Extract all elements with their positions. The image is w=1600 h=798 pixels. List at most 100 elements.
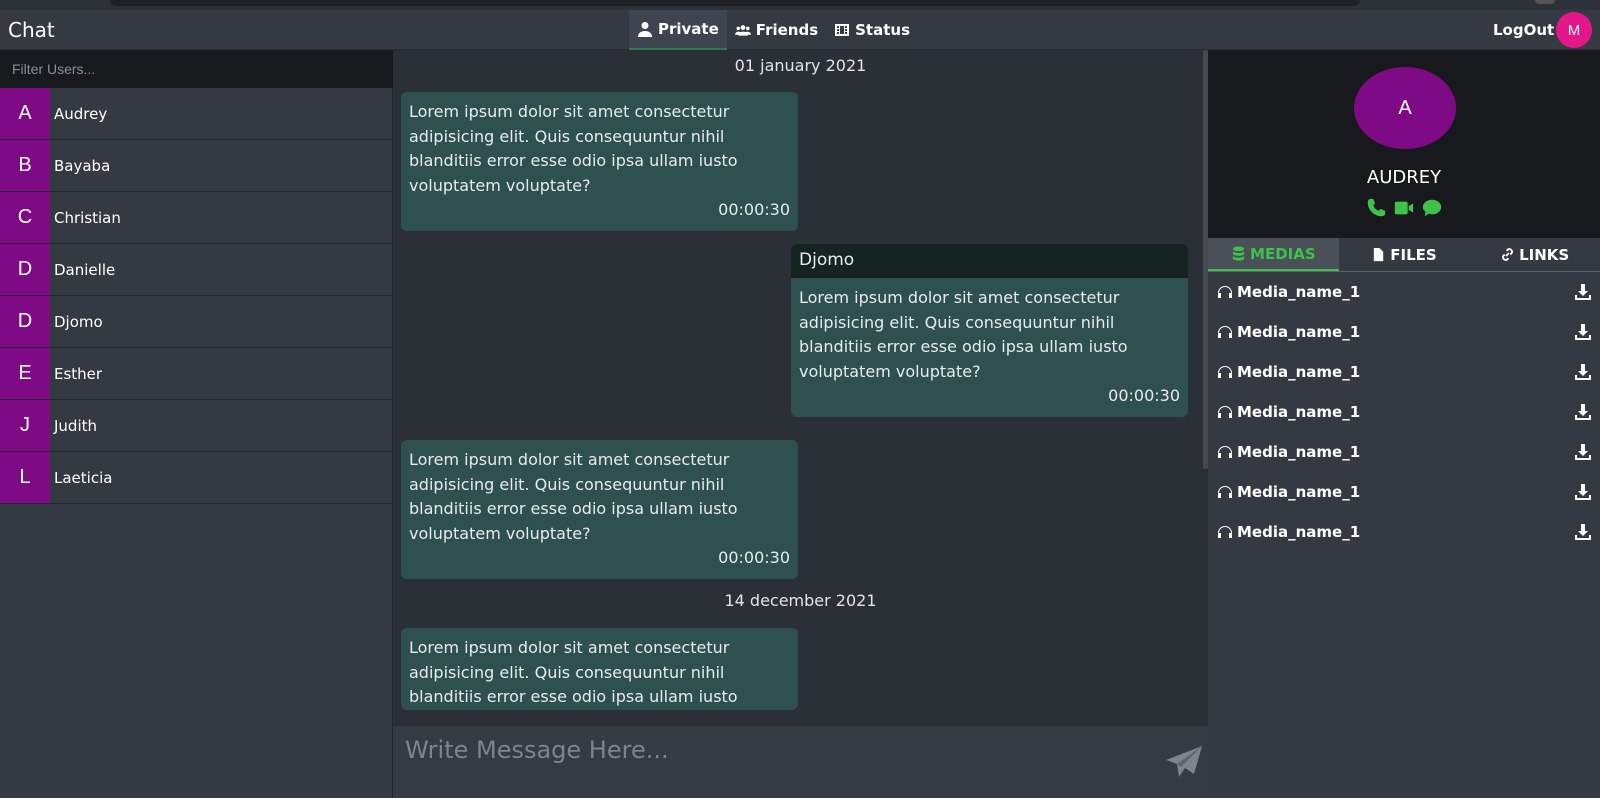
user-name: Christian [54,208,121,227]
download-icon[interactable] [1574,363,1592,381]
user-name: Judith [54,416,98,435]
user-initial-avatar: A [0,88,50,139]
message-sender: Djomo [791,244,1188,278]
contact-profile: A AUDREY [1208,50,1600,238]
tab-friends[interactable]: Friends [727,10,826,50]
tab-status[interactable]: Status [826,10,918,50]
media-item[interactable]: Media_name_1 [1208,272,1600,312]
tab-label: MEDIAS [1250,244,1316,263]
message-input[interactable] [405,736,1105,764]
contact-name: AUDREY [1366,167,1442,188]
message-time: 00:00:30 [718,200,790,219]
user-name: Danielle [54,260,116,279]
window-top-strip [0,0,1600,10]
media-name: Media_name_1 [1237,403,1361,421]
media-item[interactable]: Media_name_1 [1208,512,1600,552]
tab-label: Private [658,20,719,38]
user-name: Laeticia [54,468,113,487]
message-time: 00:00:30 [718,548,790,567]
comment-icon[interactable] [1421,197,1443,219]
user-item-judith[interactable]: J Judith [0,400,392,452]
download-icon[interactable] [1574,483,1592,501]
contact-actions [1365,197,1443,219]
message-text: Lorem ipsum dolor sit amet consectetur a… [409,638,738,706]
user-name: Audrey [54,104,108,123]
message-bubble-received: Lorem ipsum dolor sit amet consectetur a… [401,628,798,710]
headphones-icon [1218,406,1232,418]
media-item[interactable]: Media_name_1 [1208,472,1600,512]
message-text: Lorem ipsum dolor sit amet consectetur a… [409,450,738,543]
user-initial-avatar: E [0,348,50,399]
send-icon[interactable] [1164,742,1204,782]
tab-private[interactable]: Private [629,10,727,50]
headphones-icon [1218,526,1232,538]
video-icon[interactable] [1393,197,1415,219]
message-time: 00:00:30 [1108,386,1180,405]
media-tabs: MEDIAS FILES LINKS [1208,238,1600,272]
user-item-christian[interactable]: C Christian [0,192,392,244]
download-icon[interactable] [1574,323,1592,341]
headphones-icon [1218,486,1232,498]
download-icon[interactable] [1574,523,1592,541]
tab-files[interactable]: FILES [1339,238,1470,271]
user-avatar[interactable]: M [1556,12,1592,48]
media-list: Media_name_1 Media_name_1 Media_name_1 M… [1208,272,1600,552]
logout-button[interactable]: LogOut [1493,21,1554,39]
user-item-danielle[interactable]: D Danielle [0,244,392,296]
user-item-esther[interactable]: E Esther [0,348,392,400]
media-item[interactable]: Media_name_1 [1208,352,1600,392]
tab-label: Friends [755,21,819,39]
headphones-icon [1218,286,1232,298]
user-name: Bayaba [54,156,111,175]
user-initial-avatar: L [0,452,50,503]
user-item-bayaba[interactable]: B Bayaba [0,140,392,192]
tab-label: Status [855,21,910,39]
download-icon[interactable] [1574,443,1592,461]
user-item-audrey[interactable]: A Audrey [0,88,392,140]
user-initial-avatar: B [0,140,50,191]
conversation-panel: 01 january 2021 Lorem ipsum dolor sit am… [393,50,1208,725]
media-name: Media_name_1 [1237,523,1361,541]
media-name: Media_name_1 [1237,363,1361,381]
user-icon [638,22,652,37]
download-icon[interactable] [1574,403,1592,421]
filter-box [0,50,393,88]
media-name: Media_name_1 [1237,323,1361,341]
media-item[interactable]: Media_name_1 [1208,392,1600,432]
file-icon [1374,247,1384,262]
user-initial-avatar: C [0,192,50,243]
database-icon [1232,246,1245,261]
address-bar [110,0,1360,6]
media-item[interactable]: Media_name_1 [1208,312,1600,352]
tab-label: FILES [1390,245,1437,264]
contact-panel: A AUDREY MEDIAS FILES LINKS Media_name_1… [1208,50,1600,798]
filter-users-input[interactable] [12,61,381,77]
headphones-icon [1218,366,1232,378]
link-icon [1502,248,1514,261]
message-bubble-received: Lorem ipsum dolor sit amet consectetur a… [401,92,798,231]
user-item-laeticia[interactable]: L Laeticia [0,452,392,504]
tab-label: LINKS [1519,245,1570,264]
window-control [1535,0,1555,4]
tab-links[interactable]: LINKS [1469,238,1600,271]
main-tabs: Private Friends Status [629,10,918,50]
headphones-icon [1218,446,1232,458]
user-item-djomo[interactable]: D Djomo [0,296,392,348]
user-initial-avatar: D [0,244,50,295]
user-initial-avatar: D [0,296,50,347]
users-sidebar: AAudrey BBayaba CChristian DDanielle DDj… [0,50,393,798]
tab-medias[interactable]: MEDIAS [1208,238,1339,271]
app-title: Chat [8,18,55,42]
phone-icon[interactable] [1365,197,1387,219]
film-icon [835,24,850,36]
download-icon[interactable] [1574,283,1592,301]
user-name: Djomo [54,312,103,331]
message-text: Lorem ipsum dolor sit amet consectetur a… [409,102,738,195]
user-initial-avatar: J [0,400,50,451]
media-name: Media_name_1 [1237,443,1361,461]
media-item[interactable]: Media_name_1 [1208,432,1600,472]
media-name: Media_name_1 [1237,283,1361,301]
headphones-icon [1218,326,1232,338]
message-composer [393,725,1208,798]
message-bubble-sent: Djomo Lorem ipsum dolor sit amet consect… [791,244,1188,417]
